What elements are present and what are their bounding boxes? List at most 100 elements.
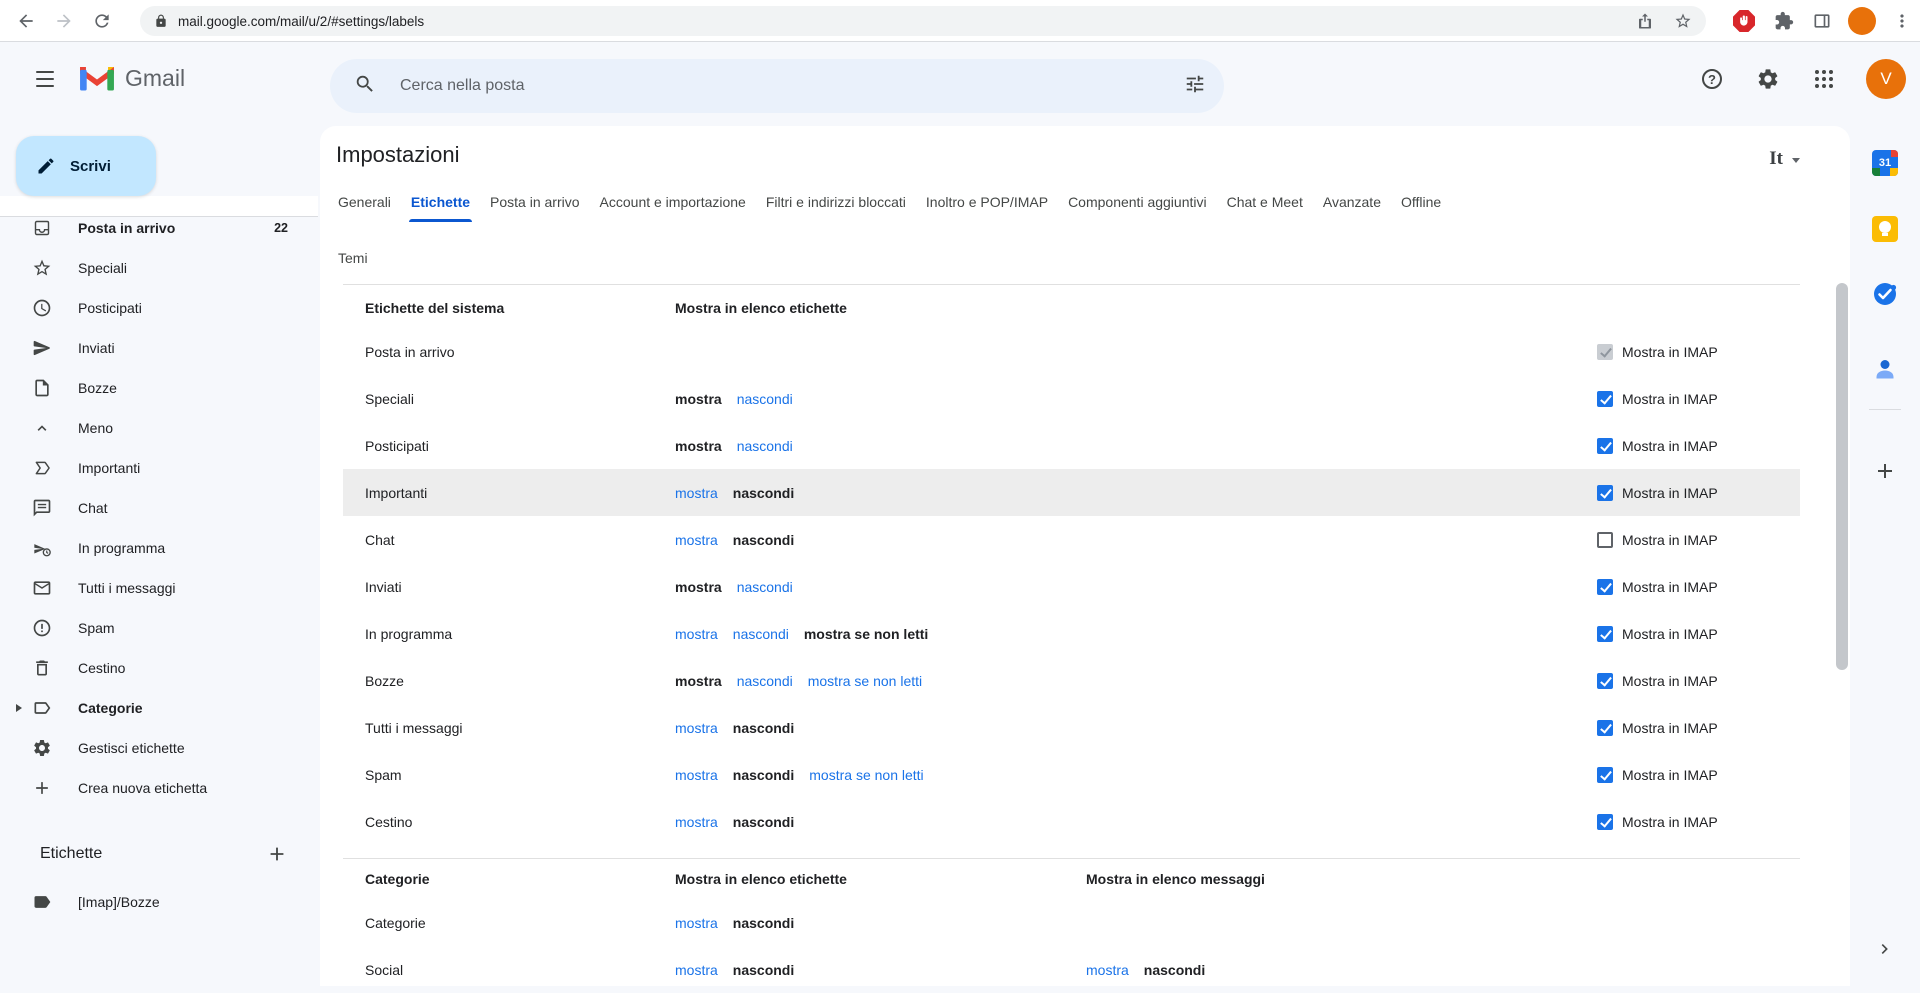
browser-profile-avatar[interactable] [1848, 7, 1876, 35]
option-mostra[interactable]: mostra [675, 720, 718, 736]
account-avatar[interactable]: V [1866, 59, 1906, 99]
add-apps-button[interactable] [1873, 459, 1897, 483]
tab-inoltro-e-pop-imap[interactable]: Inoltro e POP/IMAP [916, 182, 1058, 222]
gear-icon [1756, 67, 1780, 91]
main-menu-button[interactable] [36, 71, 54, 87]
bookmark-star-button[interactable] [1674, 12, 1692, 30]
add-label-button[interactable] [266, 843, 288, 865]
lock-icon [154, 14, 168, 28]
tab-offline[interactable]: Offline [1391, 182, 1451, 222]
show-in-imap-checkbox[interactable] [1597, 485, 1613, 501]
sidebar-item-snoozed[interactable]: Posticipati [0, 288, 318, 328]
option-nascondi[interactable]: nascondi [737, 438, 793, 454]
sidebar-item-create-label[interactable]: Crea nuova etichetta [0, 768, 318, 808]
tab-posta-in-arrivo[interactable]: Posta in arrivo [480, 182, 589, 222]
expander-icon[interactable] [16, 704, 22, 712]
row-label-name: Spam [365, 767, 675, 783]
side-panel-button[interactable] [1810, 9, 1834, 33]
option-nascondi[interactable]: nascondi [737, 391, 793, 407]
sidebar-item-starred[interactable]: Speciali [0, 248, 318, 288]
calendar-app-button[interactable]: 31 [1872, 150, 1898, 176]
sidebar-item-all-mail[interactable]: Tutti i messaggi [0, 568, 318, 608]
row-label-name: Speciali [365, 391, 675, 407]
option-mostra: mostra [675, 438, 722, 454]
option-nascondi[interactable]: nascondi [737, 673, 793, 689]
tab-account-e-importazione[interactable]: Account e importazione [590, 182, 756, 222]
gmail-logo[interactable]: Gmail [78, 64, 185, 92]
gmail-m-icon [78, 64, 116, 92]
row-label-name: In programma [365, 626, 675, 642]
address-bar[interactable]: mail.google.com/mail/u/2/#settings/label… [140, 6, 1706, 36]
option-mostra[interactable]: mostra [675, 962, 718, 978]
settings-tabs: GeneraliEtichettePosta in arrivoAccount … [328, 182, 1451, 222]
label-row-in-programma: In programmamostranascondimostra se non … [343, 610, 1800, 657]
settings-button[interactable] [1756, 67, 1780, 91]
show-in-imap-checkbox[interactable] [1597, 579, 1613, 595]
sidebar-item-categories[interactable]: Categorie [0, 688, 318, 728]
browser-menu-button[interactable] [1890, 9, 1914, 33]
reload-button[interactable] [88, 7, 116, 35]
sidebar-item-spam[interactable]: Spam [0, 608, 318, 648]
option-mostra[interactable]: mostra [675, 767, 718, 783]
show-in-imap-checkbox[interactable] [1597, 814, 1613, 830]
label-item-imap-bozze[interactable]: [Imap]/Bozze [0, 882, 318, 922]
show-in-imap-checkbox[interactable] [1597, 767, 1613, 783]
option-nascondi[interactable]: nascondi [733, 626, 789, 642]
tab-chat-e-meet[interactable]: Chat e Meet [1217, 182, 1313, 222]
search-icon[interactable] [354, 73, 376, 100]
contacts-app-button[interactable] [1872, 356, 1898, 382]
keep-app-button[interactable] [1872, 216, 1898, 242]
collapse-side-panel-button[interactable] [1875, 939, 1895, 959]
option-mostra[interactable]: mostra [675, 915, 718, 931]
show-in-imap-label: Mostra in IMAP [1622, 814, 1718, 830]
input-tools-button[interactable]: It [1769, 148, 1800, 170]
apps-grid-button[interactable] [1812, 67, 1836, 91]
tab-etichette[interactable]: Etichette [401, 182, 480, 222]
option-mostra[interactable]: mostra [1086, 962, 1129, 978]
extensions-button[interactable] [1772, 9, 1796, 33]
show-in-imap-checkbox[interactable] [1597, 673, 1613, 689]
sidebar-item-important[interactable]: Importanti [0, 448, 318, 488]
tasks-app-button[interactable] [1872, 281, 1898, 307]
forward-button[interactable] [50, 7, 78, 35]
compose-button[interactable]: Scrivi [16, 136, 156, 196]
sidebar-item-drafts[interactable]: Bozze [0, 368, 318, 408]
alert-icon [32, 618, 52, 638]
tab-generali[interactable]: Generali [328, 182, 401, 222]
sidebar-item-manage-labels[interactable]: Gestisci etichette [0, 728, 318, 768]
adblock-extension-button[interactable] [1732, 9, 1756, 33]
tab-avanzate[interactable]: Avanzate [1313, 182, 1391, 222]
share-button[interactable] [1636, 12, 1654, 30]
label-row-categorie: Categoriemostranascondi [343, 899, 1800, 946]
sidebar-item-sent[interactable]: Inviati [0, 328, 318, 368]
option-mostra[interactable]: mostra [675, 485, 718, 501]
option-nascondi[interactable]: nascondi [737, 579, 793, 595]
scrollbar-thumb[interactable] [1836, 283, 1848, 670]
option-mostra[interactable]: mostra [675, 626, 718, 642]
show-in-imap-checkbox[interactable] [1597, 532, 1613, 548]
sidebar-item-less[interactable]: Meno [0, 408, 318, 448]
sidebar-item-trash[interactable]: Cestino [0, 648, 318, 688]
search-options-icon[interactable] [1184, 73, 1206, 100]
option-mostra-se-non-letti[interactable]: mostra se non letti [809, 767, 923, 783]
show-in-imap-checkbox[interactable] [1597, 626, 1613, 642]
help-button[interactable]: ? [1700, 67, 1724, 91]
sidebar-item-chat[interactable]: Chat [0, 488, 318, 528]
option-mostra-se-non-letti[interactable]: mostra se non letti [808, 673, 922, 689]
side-panel-divider [1869, 409, 1901, 410]
option-mostra[interactable]: mostra [675, 532, 718, 548]
option-mostra[interactable]: mostra [675, 814, 718, 830]
sidebar-item-label: Cestino [78, 660, 125, 676]
chevron-right-icon [1875, 939, 1895, 959]
show-in-imap-checkbox[interactable] [1597, 438, 1613, 454]
show-in-imap-checkbox[interactable] [1597, 720, 1613, 736]
show-in-imap-label: Mostra in IMAP [1622, 626, 1718, 642]
tab-componenti-aggiuntivi[interactable]: Componenti aggiuntivi [1058, 182, 1217, 222]
clock-icon [32, 298, 52, 318]
show-in-imap-checkbox[interactable] [1597, 391, 1613, 407]
sidebar-item-scheduled[interactable]: In programma [0, 528, 318, 568]
search-input[interactable] [398, 76, 1184, 96]
tab-filtri-e-indirizzi-bloccati[interactable]: Filtri e indirizzi bloccati [756, 182, 916, 222]
back-button[interactable] [12, 7, 40, 35]
tab-temi[interactable]: Temi [328, 238, 378, 278]
